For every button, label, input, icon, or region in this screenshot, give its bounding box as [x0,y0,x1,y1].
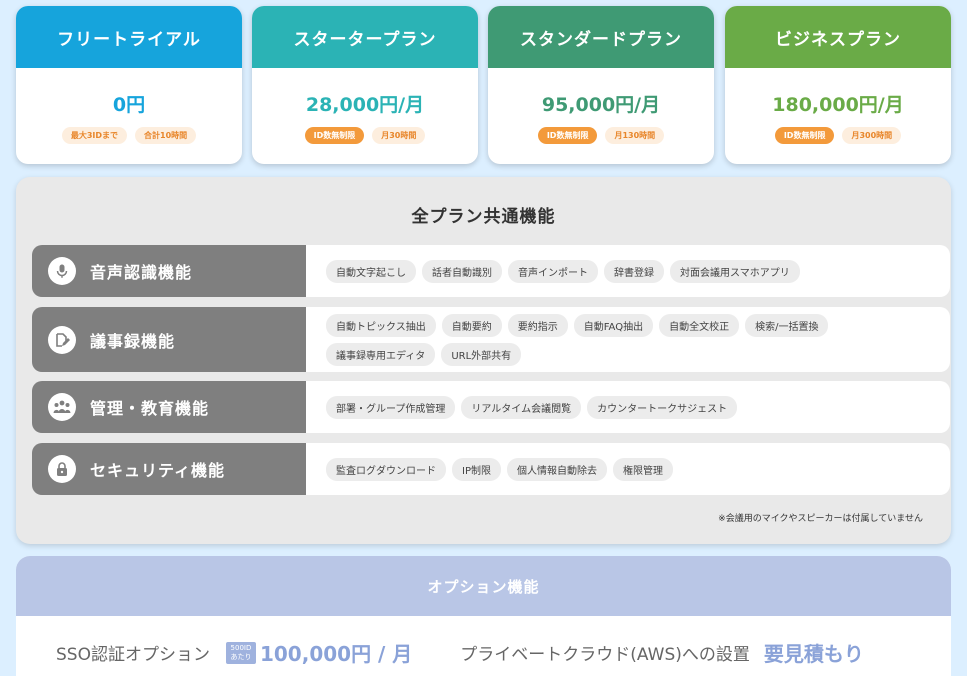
feature-label: 管理・教育機能 [32,381,306,433]
common-features-title: 全プラン共通機能 [411,207,556,227]
sso-unit-badge: 500ID あたり [225,641,256,664]
feature-chip: 話者自動識別 [422,259,502,283]
microphone-icon [48,257,76,285]
feature-chip: 自動文字起こし [326,259,416,283]
plan-tag: 月300時間 [842,127,902,144]
plan-card-starter: スタータープラン 28,000円/月 ID数無制限 月30時間 [252,6,478,164]
feature-row-minutes: 議事録機能 自動トピックス抽出 自動要約 要約指示 自動FAQ抽出 自動全文校正… [32,307,950,372]
feature-label: 音声認識機能 [32,245,306,297]
common-features-panel: 全プラン共通機能 音声認識機能 自動文字起こし 話者自動識別 音声インポート 辞… [16,177,951,544]
feature-chip-list: 自動トピックス抽出 自動要約 要約指示 自動FAQ抽出 自動全文校正 検索/一括… [306,307,950,372]
plan-card-trial: フリートライアル 0円 最大3IDまで 合計10時間 [16,6,242,164]
plan-price: 180,000円/月 [772,94,904,116]
plan-price: 0円 [112,94,146,116]
options-title: オプション機能 [16,556,951,616]
feature-chip: 議事録専用エディタ [326,342,436,366]
plan-price: 28,000円/月 [305,94,425,116]
feature-chip-list: 部署・グループ作成管理 リアルタイム会議閲覧 カウンタートークサジェスト [306,381,950,433]
feature-name: 議事録機能 [90,331,176,351]
feature-label: 議事録機能 [32,307,306,372]
plan-tag: ID数無制限 [774,127,835,144]
feature-row-management: 管理・教育機能 部署・グループ作成管理 リアルタイム会議閲覧 カウンタートークサ… [32,381,950,433]
feature-chip: 自動FAQ抽出 [573,313,654,337]
plan-cards: フリートライアル 0円 最大3IDまで 合計10時間 スタータープラン 28,0… [16,6,951,166]
feature-chip: 辞書登録 [604,259,664,283]
common-features-note: ※会議用のマイクやスピーカーは付属していません [718,514,923,524]
feature-chip: 自動トピックス抽出 [326,313,436,337]
sso-option-label: SSO認証オプション [56,645,210,665]
plan-tag: ID数無制限 [304,127,365,144]
plan-tag: 合計10時間 [135,127,197,144]
feature-chip: 音声インポート [508,259,598,283]
feature-name: 音声認識機能 [90,263,193,282]
cloud-option-label: プライベートクラウド(AWS)への設置 [460,645,750,665]
feature-chip: 監査ログダウンロード [326,457,446,481]
feature-chip: 個人情報自動除去 [506,457,607,481]
plan-name: ビジネスプラン [725,6,951,68]
feature-chip: 検索/一括置換 [745,313,829,337]
document-edit-icon [48,325,76,354]
feature-row-voice: 音声認識機能 自動文字起こし 話者自動識別 音声インポート 辞書登録 対面会議用… [32,245,950,297]
feature-row-security: セキュリティ機能 監査ログダウンロード IP制限 個人情報自動除去 権限管理 [32,443,950,495]
plan-name: スタンダードプラン [488,6,714,68]
plan-tag: 月130時間 [605,127,665,144]
group-icon [48,393,76,421]
options-panel: オプション機能 SSO認証オプション 500ID あたり 100,000円 / … [16,556,951,676]
plan-price: 95,000円/月 [541,94,661,116]
plan-tag: 最大3IDまで [61,127,128,144]
cloud-option-price: 要見積もり [763,642,864,666]
feature-label: セキュリティ機能 [32,443,306,495]
feature-name: 管理・教育機能 [90,399,210,418]
feature-chip: 自動要約 [441,313,502,337]
feature-chip: 自動全文校正 [659,313,740,337]
feature-chip: 部署・グループ作成管理 [326,395,456,419]
feature-chip: 要約指示 [507,313,568,337]
plan-card-standard: スタンダードプラン 95,000円/月 ID数無制限 月130時間 [488,6,714,164]
plan-name: スタータープラン [252,6,478,68]
plan-tag: 月30時間 [372,127,426,144]
feature-chip-list: 監査ログダウンロード IP制限 個人情報自動除去 権限管理 [306,443,950,495]
feature-chip: URL外部共有 [441,342,522,366]
feature-chip: IP制限 [452,457,501,481]
feature-chip: 権限管理 [612,457,673,481]
sso-badge-line2: あたり [230,652,252,661]
sso-badge-line1: 500ID [230,643,252,652]
lock-icon [48,455,76,483]
feature-name: セキュリティ機能 [90,461,226,480]
plan-card-business: ビジネスプラン 180,000円/月 ID数無制限 月300時間 [725,6,951,164]
sso-option-price: 100,000円 / 月 [259,642,413,666]
feature-chip-list: 自動文字起こし 話者自動識別 音声インポート 辞書登録 対面会議用スマホアプリ [306,245,950,297]
feature-chip: カウンタートークサジェスト [587,395,738,419]
plan-name: フリートライアル [16,6,242,68]
feature-chip: 対面会議用スマホアプリ [670,259,800,283]
feature-chip: リアルタイム会議閲覧 [461,395,582,419]
options-row: SSO認証オプション 500ID あたり 100,000円 / 月 プライベート… [56,638,864,667]
plan-tag: ID数無制限 [537,127,598,144]
